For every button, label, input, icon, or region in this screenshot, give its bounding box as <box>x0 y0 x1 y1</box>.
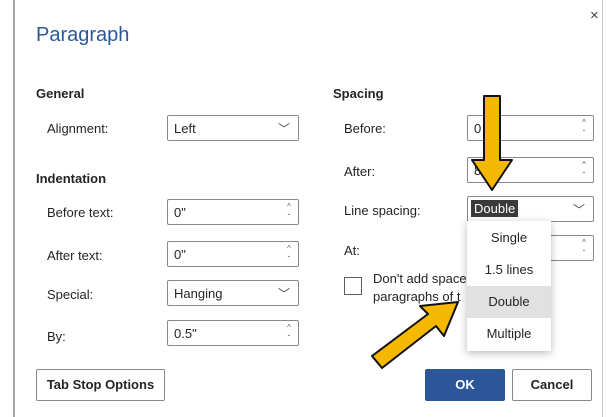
after-text-value: 0" <box>174 247 186 262</box>
chevron-down-icon: ﹀ <box>277 287 290 301</box>
after-text-label: After text: <box>47 248 103 263</box>
spacing-before-spinner[interactable]: 0 ^ ˇ <box>467 115 594 141</box>
before-text-label: Before text: <box>47 205 114 220</box>
chevron-down-icon: ﹀ <box>572 203 585 217</box>
spinner-arrows-icon[interactable]: ^ ˇ <box>284 243 294 265</box>
window-right-edge <box>602 0 603 417</box>
spinner-arrows-icon[interactable]: ^ ˇ <box>579 117 589 139</box>
window-left-edge <box>13 0 15 417</box>
line-spacing-label: Line spacing: <box>344 203 421 218</box>
line-spacing-option-single[interactable]: Single <box>467 222 551 254</box>
line-spacing-option-1-5[interactable]: 1.5 lines <box>467 254 551 286</box>
line-spacing-option-double[interactable]: Double <box>467 286 551 318</box>
cancel-button[interactable]: Cancel <box>512 369 592 401</box>
spacing-after-label: After: <box>344 164 376 179</box>
before-text-value: 0" <box>174 205 186 220</box>
spinner-arrows-icon[interactable]: ^ ˇ <box>579 159 589 181</box>
dialog-title: Paragraph <box>36 24 130 46</box>
spacing-after-value: 8 <box>474 163 482 178</box>
spinner-arrows-icon[interactable]: ^ ˇ <box>284 322 294 344</box>
special-dropdown[interactable]: Hanging ﹀ <box>167 280 299 306</box>
special-label: Special: <box>47 287 94 302</box>
alignment-dropdown[interactable]: Left ﹀ <box>167 115 299 141</box>
special-value: Hanging <box>174 286 223 301</box>
by-value: 0.5" <box>174 326 197 341</box>
diagonal-arrow-icon <box>371 301 459 369</box>
indentation-heading: Indentation <box>36 171 107 186</box>
spinner-arrows-icon[interactable]: ^ ˇ <box>579 237 589 259</box>
chevron-down-icon: ﹀ <box>277 122 290 136</box>
line-spacing-option-multiple[interactable]: Multiple <box>467 318 551 350</box>
spacing-after-spinner[interactable]: 8 ^ ˇ <box>467 157 594 183</box>
before-text-spinner[interactable]: 0" ^ ˇ <box>167 199 299 225</box>
tab-stop-options-button[interactable]: Tab Stop Options <box>36 369 165 401</box>
after-text-spinner[interactable]: 0" ^ ˇ <box>167 241 299 267</box>
close-icon[interactable]: × <box>590 8 599 23</box>
line-spacing-value: Double <box>471 200 519 217</box>
alignment-label: Alignment: <box>47 121 109 136</box>
line-spacing-dropdown[interactable]: Double ﹀ <box>467 196 594 222</box>
ok-button[interactable]: OK <box>425 369 505 401</box>
spacing-before-label: Before: <box>344 121 386 136</box>
spacing-before-value: 0 <box>474 121 482 136</box>
by-label: By: <box>47 329 66 344</box>
line-spacing-menu: Single 1.5 lines Double Multiple <box>467 221 551 351</box>
alignment-value: Left <box>174 121 196 136</box>
general-heading: General <box>36 86 85 101</box>
dont-add-space-checkbox[interactable] <box>344 277 362 295</box>
spinner-arrows-icon[interactable]: ^ ˇ <box>284 201 294 223</box>
at-label: At: <box>344 243 360 258</box>
by-spinner[interactable]: 0.5" ^ ˇ <box>167 320 299 346</box>
spacing-heading: Spacing <box>333 86 384 101</box>
